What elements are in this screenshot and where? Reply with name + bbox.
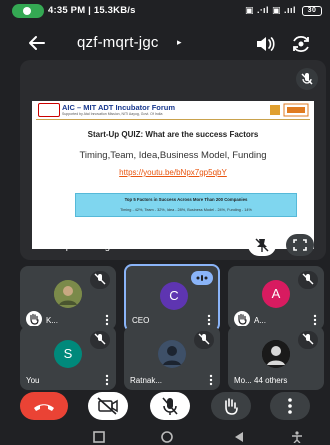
avatar-a: A: [262, 280, 290, 308]
participant-muted: [194, 331, 214, 349]
shared-slide: AIC – MIT ADT Incubator Forum Supported …: [32, 101, 314, 249]
participant-name: K...: [46, 316, 59, 325]
fullscreen-button[interactable]: [286, 234, 314, 256]
signal-icons: ▣ .∙ıl ▣ .ııl: [244, 5, 296, 15]
arrow-left-icon: [29, 36, 45, 50]
slide-box-stats: Timing - 42%, Team - 32%, Idea - 28%, Bu…: [120, 208, 252, 212]
accessibility-icon[interactable]: [290, 431, 304, 443]
participant-name: You: [26, 376, 40, 385]
raised-hand-icon: [234, 311, 250, 327]
raised-hand-icon: [26, 311, 42, 327]
slide-heading: Start-Up QUIZ: What are the success Fact…: [87, 130, 259, 139]
ongoing-call-indicator[interactable]: [12, 4, 44, 18]
participant-tile-ratnak[interactable]: Ratnak...: [124, 326, 220, 390]
slide-box-title: Top 5 Factors in Success Across More Tha…: [124, 197, 248, 202]
participant-muted: [90, 271, 110, 289]
more-options-button[interactable]: [270, 392, 310, 420]
slide-link: https://youtu.be/bNpx7gp5qbY: [119, 168, 227, 177]
mic-off-icon: [162, 397, 178, 415]
android-nav-bar: [0, 428, 330, 445]
chevron-right-icon[interactable]: ▸: [177, 37, 182, 48]
participant-name: Ratnak...: [130, 376, 163, 385]
slide-stats-box: Top 5 Factors in Success Across More Tha…: [75, 193, 297, 217]
participant-tile-you[interactable]: S You: [20, 326, 116, 390]
presenting-label: CEO is presenting: [33, 241, 111, 252]
avatar-c: C: [160, 282, 188, 310]
back-button[interactable]: [26, 32, 48, 54]
home-icon[interactable]: [160, 431, 174, 443]
camera-toggle-button[interactable]: [88, 392, 128, 420]
more-vert-icon[interactable]: [312, 314, 318, 326]
unpin-icon: [255, 238, 269, 252]
back-nav-icon[interactable]: [232, 431, 246, 443]
more-vert-icon[interactable]: [104, 374, 110, 386]
participant-tile-a[interactable]: A A...: [228, 266, 324, 330]
participant-tile-ceo[interactable]: C CEO: [124, 264, 220, 332]
recents-icon[interactable]: [92, 431, 106, 443]
call-end-icon: [34, 404, 54, 411]
status-bar: 4:35 PM | 15.3KB/s ▣ .∙ıl ▣ .ııl 30: [0, 0, 330, 22]
others-count: 44 others: [254, 376, 288, 385]
more-vert-icon[interactable]: [104, 314, 110, 326]
speaking-indicator-icon: [191, 271, 213, 285]
participant-name: CEO: [132, 316, 150, 325]
avatar-s: S: [54, 340, 82, 368]
mic-off-icon: [301, 73, 313, 85]
mic-toggle-button[interactable]: [150, 392, 190, 420]
mic-off-icon: [302, 333, 314, 345]
unpin-button[interactable]: [248, 234, 276, 256]
raise-hand-icon: [225, 398, 238, 415]
more-vert-icon: [288, 398, 292, 414]
mic-off-icon: [302, 273, 314, 285]
speaker-icon: [257, 37, 275, 51]
slide-factors: Timing,Team, Idea,Business Model, Fundin…: [79, 150, 267, 161]
partner-logos: [268, 103, 310, 117]
slide-title: AIC – MIT ADT Incubator Forum: [62, 103, 176, 112]
speaker-button[interactable]: [254, 33, 276, 55]
mic-off-icon: [198, 333, 210, 345]
participant-name: A...: [254, 316, 267, 325]
avatar-photo: [262, 340, 290, 368]
aic-logo: [38, 103, 60, 117]
mic-off-icon: [94, 333, 106, 345]
fullscreen-icon: [293, 239, 307, 251]
presentation-tile[interactable]: AIC – MIT ADT Incubator Forum Supported …: [20, 60, 326, 260]
call-icon: [23, 7, 31, 15]
slide-subtitle: Supported by Atal Innovation Mission, NI…: [62, 112, 163, 116]
participant-tile-k[interactable]: K...: [20, 266, 116, 330]
slide-header: AIC – MIT ADT Incubator Forum Supported …: [32, 101, 314, 119]
participant-tile-others[interactable]: Mo... 44 others: [228, 326, 324, 390]
avatar-photo: [54, 280, 82, 308]
status-signal: ▣ .∙ıl ▣ .ııl 30: [245, 5, 322, 16]
meeting-code[interactable]: qzf-mqrt-jgc: [77, 34, 159, 51]
battery-icon: 30: [302, 5, 322, 16]
participant-muted: [90, 331, 110, 349]
participant-name-short: Mo...: [234, 376, 252, 385]
participant-name: Mo... 44 others: [234, 376, 287, 385]
slide-divider: [36, 119, 310, 120]
raise-hand-button[interactable]: [211, 392, 251, 420]
avatar-photo: [158, 340, 186, 368]
end-call-button[interactable]: [20, 392, 68, 420]
switch-camera-button[interactable]: [290, 33, 312, 55]
muted-indicator: [296, 68, 318, 90]
status-time-speed: 4:35 PM | 15.3KB/s: [48, 5, 136, 16]
more-vert-icon[interactable]: [208, 374, 214, 386]
participant-muted: [298, 331, 318, 349]
videocam-off-icon: [97, 397, 118, 415]
participant-muted: [298, 271, 318, 289]
switch-camera-icon: [293, 35, 309, 53]
meeting-top-bar: qzf-mqrt-jgc ▸: [0, 24, 330, 62]
mic-off-icon: [94, 273, 106, 285]
more-vert-icon[interactable]: [206, 314, 212, 326]
